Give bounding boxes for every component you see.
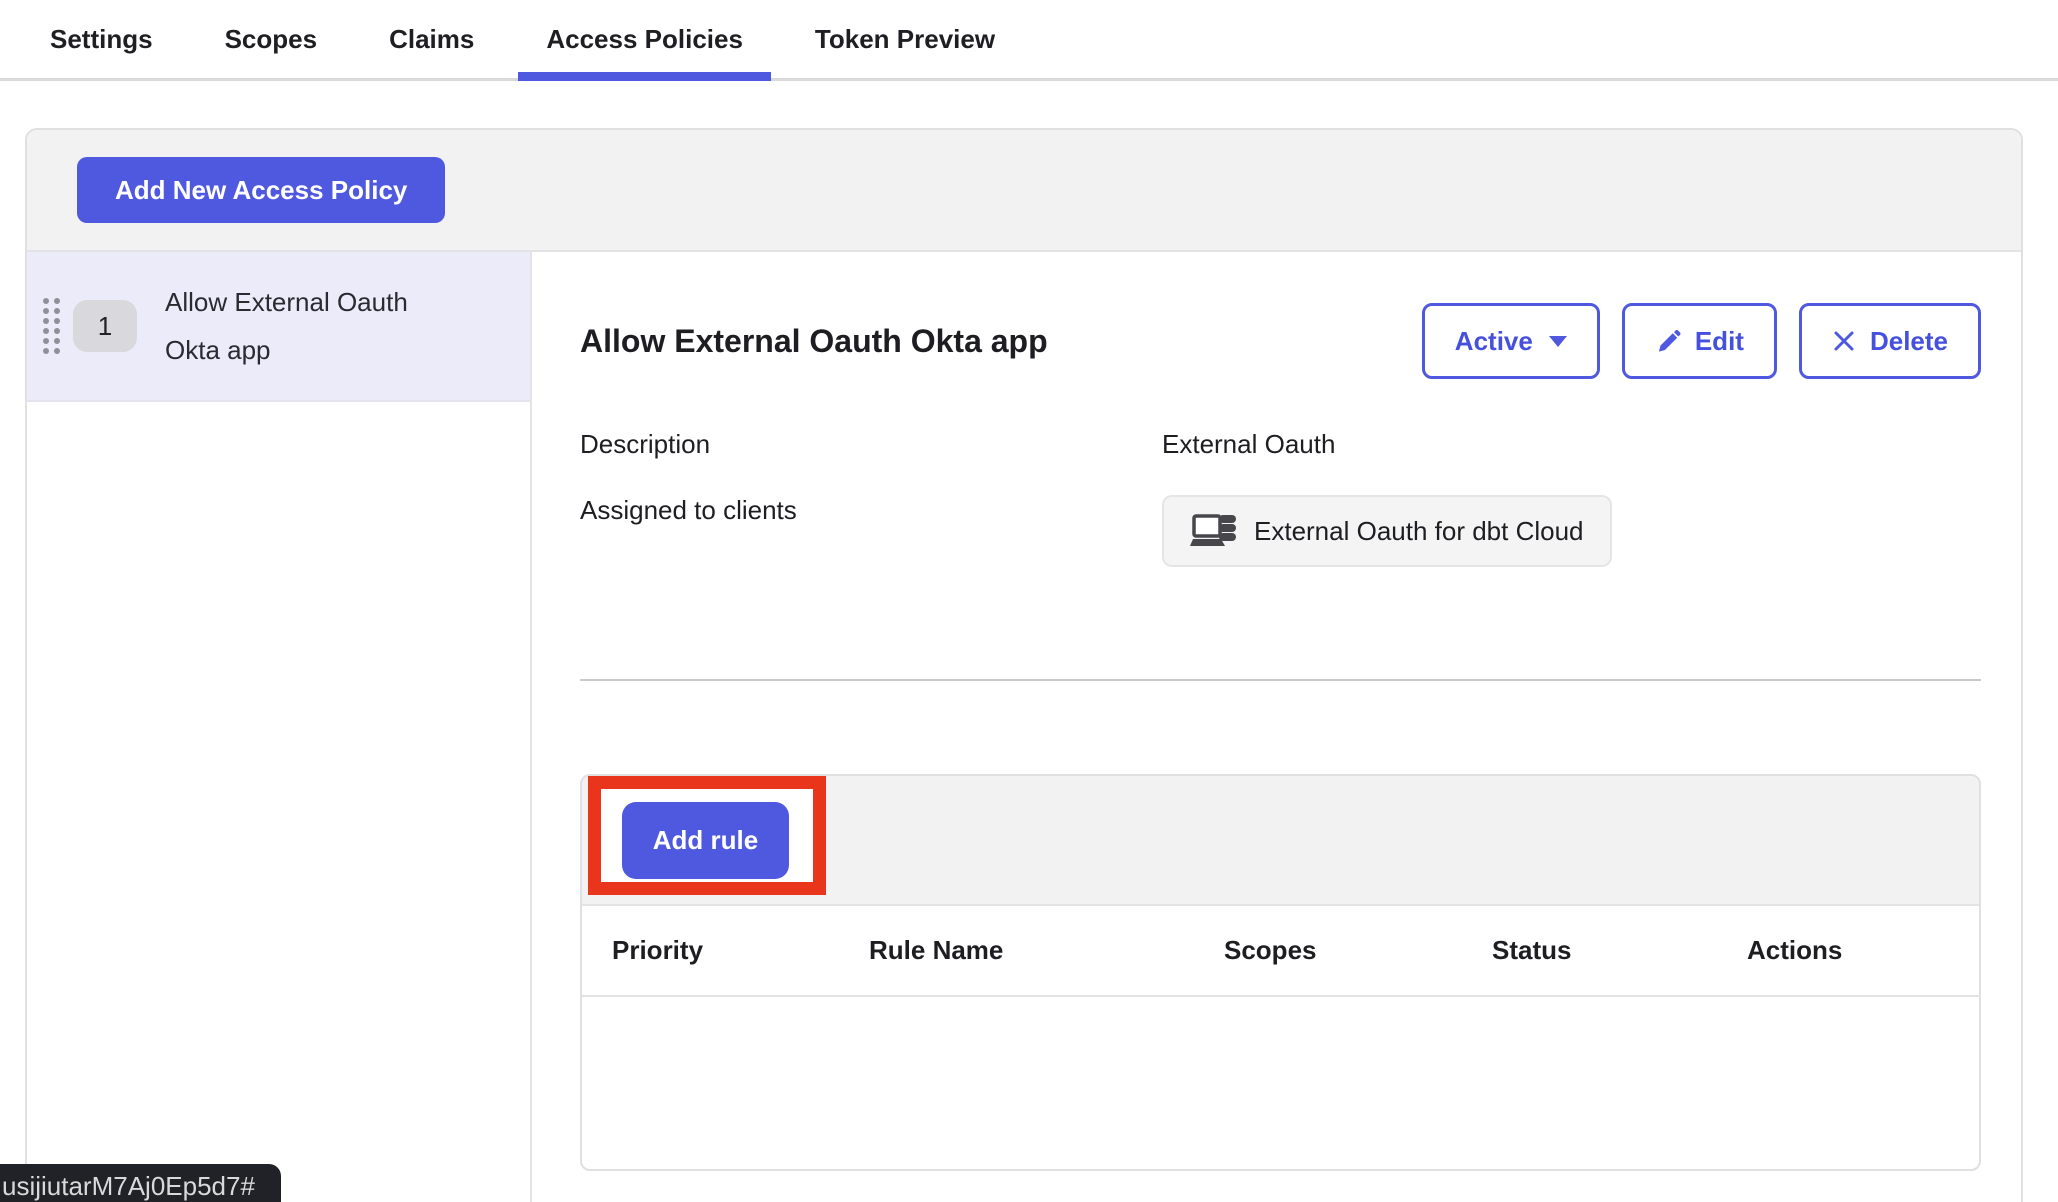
add-new-access-policy-button[interactable]: Add New Access Policy — [77, 157, 445, 223]
rules-table-body-empty — [582, 997, 1979, 1167]
tab-claims[interactable]: Claims — [361, 0, 502, 78]
client-chip-label: External Oauth for dbt Cloud — [1254, 516, 1584, 547]
panel-body: 1 Allow External Oauth Okta app Allow Ex… — [27, 252, 2021, 1202]
column-actions: Actions — [1747, 935, 1979, 966]
panel-toolbar: Add New Access Policy — [27, 130, 2021, 252]
pencil-icon — [1655, 328, 1681, 354]
column-scopes: Scopes — [1224, 935, 1492, 966]
rules-table-header: Priority Rule Name Scopes Status Actions — [582, 906, 1979, 997]
description-value: External Oauth — [1162, 429, 1981, 495]
policy-detail-header: Allow External Oauth Okta app Active Edi… — [580, 303, 1981, 379]
policy-meta: Description External Oauth Assigned to c… — [580, 429, 1981, 567]
column-status: Status — [1492, 935, 1747, 966]
drag-dots-icon[interactable] — [41, 297, 63, 355]
policy-list-item[interactable]: 1 Allow External Oauth Okta app — [27, 252, 530, 402]
delete-button[interactable]: Delete — [1799, 303, 1981, 379]
x-icon — [1832, 329, 1856, 353]
status-dropdown-label: Active — [1455, 326, 1533, 357]
tab-token-preview[interactable]: Token Preview — [787, 0, 1023, 78]
tab-settings[interactable]: Settings — [22, 0, 181, 78]
rules-toolbar: Add rule — [582, 776, 1979, 906]
add-rule-button[interactable]: Add rule — [622, 802, 789, 879]
edit-button[interactable]: Edit — [1622, 303, 1777, 379]
access-policies-panel: Add New Access Policy — [25, 128, 2023, 1202]
client-chip[interactable]: External Oauth for dbt Cloud — [1162, 495, 1612, 567]
policy-detail: Allow External Oauth Okta app Active Edi… — [532, 252, 2021, 1202]
rules-section: Add rule Priority Rule Name Scopes Statu… — [580, 774, 1981, 1171]
column-rule-name: Rule Name — [869, 935, 1224, 966]
link-preview-status-bar: usijiutarM7Aj0Ep5d7# — [0, 1164, 281, 1202]
section-divider — [580, 679, 1981, 681]
column-priority: Priority — [612, 935, 869, 966]
policy-list: 1 Allow External Oauth Okta app — [27, 252, 532, 1202]
computer-stack-icon — [1190, 512, 1238, 550]
assigned-clients-cell: External Oauth for dbt Cloud — [1162, 495, 1981, 567]
description-label: Description — [580, 429, 1162, 495]
red-highlight-annotation: Add rule — [588, 776, 826, 895]
tab-access-policies[interactable]: Access Policies — [518, 0, 771, 78]
status-dropdown-button[interactable]: Active — [1422, 303, 1600, 379]
authorization-server-page: Settings Scopes Claims Access Policies T… — [0, 0, 2058, 1202]
policy-title: Allow External Oauth Okta app — [580, 323, 1048, 360]
tab-bar: Settings Scopes Claims Access Policies T… — [0, 0, 2058, 81]
delete-button-label: Delete — [1870, 326, 1948, 357]
caret-down-icon — [1549, 336, 1567, 347]
assigned-to-clients-label: Assigned to clients — [580, 495, 1162, 567]
policy-action-buttons: Active Edit — [1422, 303, 1981, 379]
policy-list-item-label: Allow External Oauth Okta app — [165, 278, 440, 374]
policy-order-badge: 1 — [73, 300, 137, 352]
edit-button-label: Edit — [1695, 326, 1744, 357]
tab-scopes[interactable]: Scopes — [197, 0, 346, 78]
